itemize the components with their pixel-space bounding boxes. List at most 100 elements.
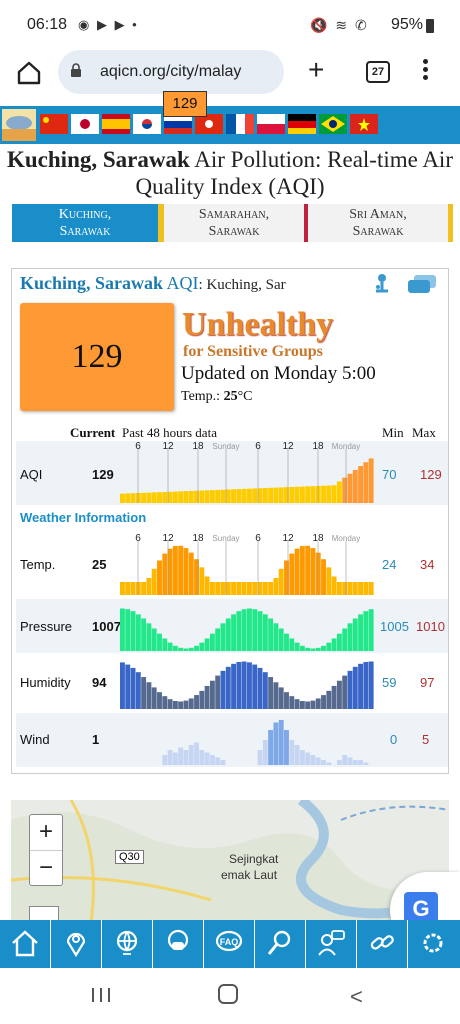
history-bar	[273, 722, 279, 765]
history-bar	[331, 485, 337, 503]
back-icon[interactable]: <	[350, 984, 363, 1010]
history-bar	[331, 576, 337, 595]
contact-icon	[318, 930, 345, 956]
history-bar	[241, 661, 247, 709]
toolbar-faq-button[interactable]: FAQ	[204, 920, 255, 968]
history-bar	[305, 647, 311, 651]
toolbar-home-button[interactable]	[0, 920, 51, 968]
history-bar	[178, 545, 184, 595]
russia-flag-icon[interactable]	[164, 114, 192, 134]
history-bar	[299, 645, 305, 651]
history-bar	[220, 670, 226, 709]
history-bar	[188, 490, 194, 503]
aqicn-logo-icon[interactable]	[2, 109, 36, 141]
china-flag-icon[interactable]	[40, 114, 68, 134]
home-nav-icon[interactable]	[218, 984, 238, 1004]
history-bar	[151, 492, 157, 503]
history-bar	[135, 614, 141, 651]
row-value: 1	[92, 732, 100, 747]
history-bar	[141, 582, 147, 595]
humidity-history-chart[interactable]	[120, 657, 374, 711]
bottom-toolbar: FAQ	[0, 920, 460, 968]
history-bar	[125, 609, 131, 651]
history-bar	[199, 642, 205, 651]
history-bar	[342, 675, 348, 709]
recent-apps-icon[interactable]	[90, 986, 112, 1004]
time-tick-label: Monday	[332, 442, 360, 451]
korea-flag-icon[interactable]	[133, 114, 161, 134]
brazil-flag-icon[interactable]	[319, 114, 347, 134]
toolbar-link-button[interactable]	[357, 920, 408, 968]
time-tick-label: Monday	[332, 534, 360, 543]
tab-switcher-button[interactable]: 27	[366, 61, 390, 83]
history-bar	[252, 582, 258, 595]
settings-icon	[423, 933, 443, 953]
history-bar	[331, 638, 337, 651]
history-bar	[204, 490, 210, 503]
history-bar	[336, 680, 342, 709]
toolbar-globe-button[interactable]	[102, 920, 153, 968]
history-bar	[194, 695, 199, 709]
row-max: 1010	[416, 619, 445, 634]
history-bar	[125, 582, 131, 595]
time-tick-label: Sunday	[212, 534, 239, 543]
temp-history-chart[interactable]: 6 12 18 Sunday 6 12 18 Monday	[120, 533, 374, 597]
tab-kuching[interactable]: Kuching, Sarawak	[12, 204, 158, 242]
lock-icon[interactable]	[70, 63, 82, 77]
vietnam-flag-icon[interactable]	[350, 114, 378, 134]
history-bar	[252, 609, 258, 651]
toolbar-search-button[interactable]	[255, 920, 306, 968]
history-bar	[310, 548, 316, 595]
url-text[interactable]: aqicn.org/city/malay	[100, 63, 278, 81]
zoom-in-button[interactable]: +	[30, 815, 62, 850]
row-min: 59	[382, 675, 397, 690]
history-bar	[294, 548, 300, 595]
history-bar	[241, 582, 247, 595]
history-bar	[178, 647, 184, 651]
pressure-history-chart[interactable]	[120, 599, 374, 653]
history-bar	[188, 647, 194, 651]
hongkong-flag-icon[interactable]	[195, 114, 223, 134]
history-bar	[199, 567, 205, 595]
toolbar-mask-button[interactable]	[153, 920, 204, 968]
wind-history-chart[interactable]	[120, 713, 374, 767]
time-tick-label: 12	[162, 441, 174, 452]
history-bar	[347, 670, 353, 709]
tab-samarahan[interactable]: Samarahan, Sarawak	[164, 204, 304, 242]
france-flag-icon[interactable]	[226, 114, 254, 134]
aqi-history-chart[interactable]: 6 12 18 Sunday 6 12 18 Monday	[120, 441, 374, 505]
history-bar	[183, 750, 189, 765]
spain-flag-icon[interactable]	[102, 114, 130, 134]
japan-flag-icon[interactable]	[71, 114, 99, 134]
history-bar	[358, 614, 364, 651]
pressure-row: Pressure 1007 1005 1010	[16, 599, 448, 653]
history-bar	[252, 664, 258, 709]
history-bar	[315, 698, 321, 709]
history-bar	[178, 701, 184, 709]
search-icon	[267, 930, 291, 955]
history-bar	[130, 493, 136, 503]
toolbar-location-button[interactable]	[51, 920, 102, 968]
share-icon[interactable]	[372, 273, 392, 295]
toolbar-contact-button[interactable]	[306, 920, 357, 968]
map-aqi-marker[interactable]: 129	[163, 91, 207, 117]
notification-icons: ◉ ▶ ▶ •	[78, 17, 139, 32]
time-tick-label: 18	[312, 441, 324, 452]
history-bar	[268, 618, 274, 651]
overflow-menu-icon[interactable]	[420, 59, 430, 85]
row-value: 25	[92, 557, 107, 572]
poland-flag-icon[interactable]	[257, 114, 285, 134]
history-bar	[151, 628, 157, 651]
toolbar-settings-button[interactable]	[408, 920, 460, 968]
home-icon	[12, 930, 38, 957]
url-bar[interactable]: aqicn.org/city/malay	[58, 50, 284, 94]
new-tab-button[interactable]: +	[308, 56, 324, 84]
zoom-out-button[interactable]: −	[30, 851, 62, 886]
germany-flag-icon[interactable]	[288, 114, 316, 134]
tab-sri-aman[interactable]: Sri Aman, Sarawak	[308, 204, 448, 242]
map-widget[interactable]: + − Q30 Sejingkat emak Laut	[11, 800, 449, 922]
history-bar	[262, 582, 268, 595]
comments-icon[interactable]	[408, 275, 436, 295]
mask-icon	[167, 929, 189, 951]
home-icon[interactable]	[16, 60, 42, 86]
